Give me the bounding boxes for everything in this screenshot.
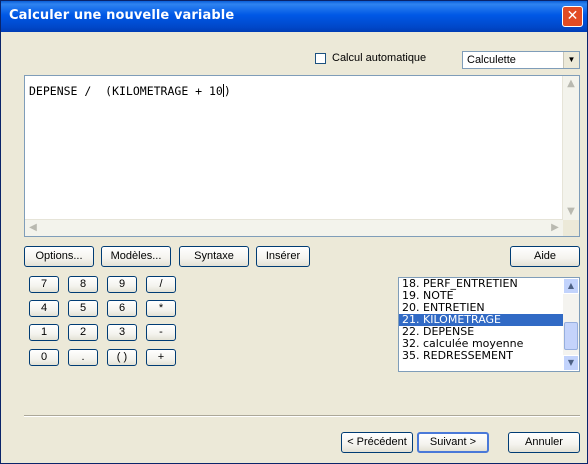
scroll-right-icon[interactable]: ▶	[547, 220, 563, 236]
mode-select-value: Calculette	[467, 54, 516, 66]
key-1[interactable]: 1	[29, 324, 59, 341]
auto-calc-option[interactable]: Calcul automatique	[315, 52, 426, 64]
list-scroll-down-icon[interactable]: ▼	[563, 355, 579, 371]
key-divide[interactable]: /	[146, 276, 176, 293]
scroll-left-icon[interactable]: ◀	[25, 220, 41, 236]
options-button[interactable]: Options...	[24, 246, 94, 267]
key-4[interactable]: 4	[29, 300, 59, 317]
key-5[interactable]: 5	[68, 300, 98, 317]
models-button[interactable]: Modèles...	[101, 246, 171, 267]
key-multiply[interactable]: *	[146, 300, 176, 317]
key-9[interactable]: 9	[107, 276, 137, 293]
close-button[interactable]: ✕	[562, 6, 583, 27]
horizontal-scrollbar[interactable]: ◀ ▶	[25, 219, 563, 236]
insert-button[interactable]: Insérer	[256, 246, 310, 267]
close-icon: ✕	[566, 8, 579, 24]
list-item[interactable]: 35. REDRESSEMENT	[399, 350, 579, 362]
expression-tail: )	[223, 84, 231, 98]
cancel-button[interactable]: Annuler	[508, 432, 580, 453]
next-button[interactable]: Suivant >	[417, 432, 489, 453]
list-scrollbar[interactable]: ▲ ▼	[563, 278, 579, 371]
syntax-button[interactable]: Syntaxe	[179, 246, 249, 267]
mode-select[interactable]: Calculette ▼	[462, 51, 580, 69]
key-plus[interactable]: +	[146, 349, 176, 366]
scroll-down-icon[interactable]: ▼	[563, 204, 579, 220]
vertical-scrollbar[interactable]: ▲ ▼	[562, 76, 579, 220]
help-button[interactable]: Aide	[510, 246, 580, 267]
expression-head: DEPENSE / (KILOMETRAGE + 10	[29, 84, 223, 98]
previous-button[interactable]: < Précédent	[341, 432, 413, 453]
key-minus[interactable]: -	[146, 324, 176, 341]
key-3[interactable]: 3	[107, 324, 137, 341]
expression-text[interactable]: DEPENSE / (KILOMETRAGE + 10)	[29, 84, 231, 98]
key-8[interactable]: 8	[68, 276, 98, 293]
window-title: Calculer une nouvelle variable	[9, 8, 235, 23]
scroll-corner	[563, 220, 579, 236]
key-0[interactable]: 0	[29, 349, 59, 366]
auto-calc-checkbox[interactable]	[315, 52, 326, 64]
key-2[interactable]: 2	[68, 324, 98, 341]
key-6[interactable]: 6	[107, 300, 137, 317]
dialog-window: Calculer une nouvelle variable ✕ Calcul …	[0, 0, 588, 464]
title-bar[interactable]: Calculer une nouvelle variable ✕	[1, 1, 587, 32]
chevron-down-icon[interactable]: ▼	[563, 52, 579, 68]
scroll-up-icon[interactable]: ▲	[563, 76, 579, 92]
auto-calc-label: Calcul automatique	[332, 52, 427, 64]
expression-editor[interactable]: DEPENSE / (KILOMETRAGE + 10) ▲ ▼ ◀ ▶	[24, 75, 580, 237]
list-scroll-thumb[interactable]	[564, 322, 578, 350]
list-scroll-up-icon[interactable]: ▲	[563, 278, 579, 294]
variable-list[interactable]: 18. PERF_ENTRETIEN 19. NOTE 20. ENTRETIE…	[398, 277, 580, 372]
footer-separator	[24, 415, 580, 417]
key-7[interactable]: 7	[29, 276, 59, 293]
key-parentheses[interactable]: ( )	[107, 349, 137, 366]
key-decimal[interactable]: .	[68, 349, 98, 366]
